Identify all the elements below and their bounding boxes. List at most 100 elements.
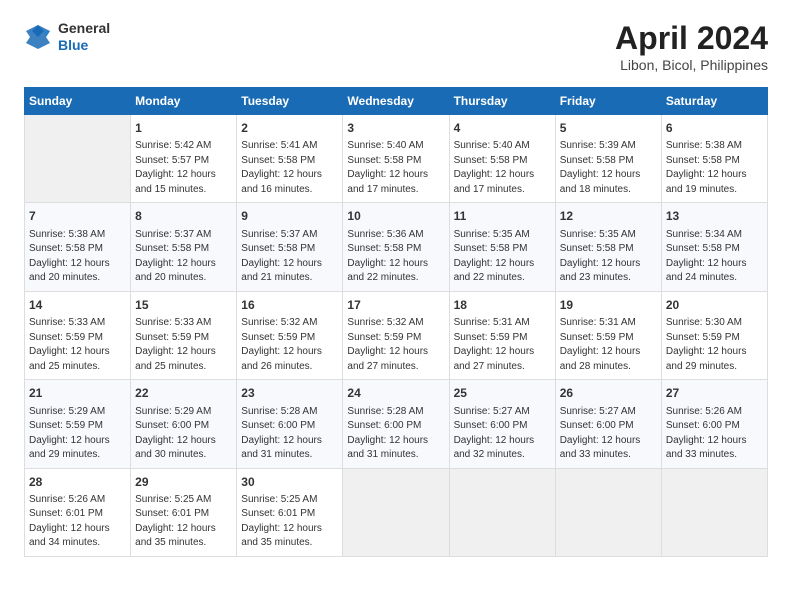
day-number: 17 bbox=[347, 297, 444, 314]
day-number: 27 bbox=[666, 385, 763, 402]
cell-line: Sunset: 5:58 PM bbox=[560, 242, 657, 257]
calendar-cell: 24Sunrise: 5:28 AMSunset: 6:00 PMDayligh… bbox=[343, 380, 449, 468]
calendar-header-row: Sunday Monday Tuesday Wednesday Thursday… bbox=[25, 88, 768, 115]
cell-line: Sunset: 5:59 PM bbox=[347, 331, 444, 346]
calendar-cell: 21 Sunrise: 5:29 AMSunset: 5:59 PMDayligh… bbox=[25, 380, 131, 468]
cell-line: and 29 minutes. bbox=[29, 448, 126, 463]
cell-line: Daylight: 12 hours bbox=[241, 522, 338, 537]
cell-line: and 20 minutes. bbox=[29, 271, 126, 286]
col-tuesday: Tuesday bbox=[237, 88, 343, 115]
calendar-table: Sunday Monday Tuesday Wednesday Thursday… bbox=[24, 87, 768, 557]
calendar-cell bbox=[343, 468, 449, 556]
cell-line: Sunset: 5:59 PM bbox=[560, 331, 657, 346]
day-number: 7 bbox=[29, 208, 126, 225]
calendar-cell: 28Sunrise: 5:26 AMSunset: 6:01 PMDayligh… bbox=[25, 468, 131, 556]
calendar-week-row: 28Sunrise: 5:26 AMSunset: 6:01 PMDayligh… bbox=[25, 468, 768, 556]
calendar-cell bbox=[25, 115, 131, 203]
calendar-cell: 8Sunrise: 5:37 AMSunset: 5:58 PMDaylight… bbox=[131, 203, 237, 291]
cell-line: Sunrise: 5:37 AM bbox=[241, 228, 338, 243]
cell-line: Sunrise: 5:29 AM bbox=[29, 405, 126, 420]
calendar-cell: 30Sunrise: 5:25 AMSunset: 6:01 PMDayligh… bbox=[237, 468, 343, 556]
cell-line: Sunrise: 5:27 AM bbox=[454, 405, 551, 420]
cell-line: Sunset: 5:58 PM bbox=[560, 154, 657, 169]
cell-line: Daylight: 12 hours bbox=[666, 168, 763, 183]
cell-line: Sunset: 5:59 PM bbox=[29, 419, 126, 434]
cell-line: Sunrise: 5:33 AM bbox=[135, 316, 232, 331]
day-number: 1 bbox=[135, 120, 232, 137]
cell-line: and 31 minutes. bbox=[241, 448, 338, 463]
cell-line: Sunset: 5:58 PM bbox=[29, 242, 126, 257]
title-block: April 2024 Libon, Bicol, Philippines bbox=[615, 20, 768, 73]
day-number: 14 bbox=[29, 297, 126, 314]
calendar-cell: 14Sunrise: 5:33 AMSunset: 5:59 PMDayligh… bbox=[25, 291, 131, 379]
calendar-cell: 20Sunrise: 5:30 AMSunset: 5:59 PMDayligh… bbox=[661, 291, 767, 379]
cell-line: Sunrise: 5:39 AM bbox=[560, 139, 657, 154]
calendar-cell: 3Sunrise: 5:40 AMSunset: 5:58 PMDaylight… bbox=[343, 115, 449, 203]
cell-line: Daylight: 12 hours bbox=[241, 168, 338, 183]
calendar-week-row: 14Sunrise: 5:33 AMSunset: 5:59 PMDayligh… bbox=[25, 291, 768, 379]
cell-line: and 35 minutes. bbox=[241, 536, 338, 551]
cell-line: Daylight: 12 hours bbox=[347, 345, 444, 360]
day-number: 3 bbox=[347, 120, 444, 137]
cell-line: Sunset: 6:00 PM bbox=[241, 419, 338, 434]
cell-line: Daylight: 12 hours bbox=[29, 257, 126, 272]
calendar-cell: 26Sunrise: 5:27 AMSunset: 6:00 PMDayligh… bbox=[555, 380, 661, 468]
day-number: 16 bbox=[241, 297, 338, 314]
cell-line: and 18 minutes. bbox=[560, 183, 657, 198]
calendar-cell: 12Sunrise: 5:35 AMSunset: 5:58 PMDayligh… bbox=[555, 203, 661, 291]
calendar-cell: 23Sunrise: 5:28 AMSunset: 6:00 PMDayligh… bbox=[237, 380, 343, 468]
cell-line: Daylight: 12 hours bbox=[666, 345, 763, 360]
day-number: 5 bbox=[560, 120, 657, 137]
cell-line: Sunrise: 5:42 AM bbox=[135, 139, 232, 154]
day-number: 13 bbox=[666, 208, 763, 225]
calendar-cell: 27Sunrise: 5:26 AMSunset: 6:00 PMDayligh… bbox=[661, 380, 767, 468]
day-number: 8 bbox=[135, 208, 232, 225]
cell-line: Sunrise: 5:25 AM bbox=[135, 493, 232, 508]
cell-line: and 28 minutes. bbox=[560, 360, 657, 375]
cell-line: Sunrise: 5:32 AM bbox=[241, 316, 338, 331]
day-number: 21 bbox=[29, 385, 126, 402]
cell-line: and 27 minutes. bbox=[347, 360, 444, 375]
cell-line: Sunrise: 5:30 AM bbox=[666, 316, 763, 331]
cell-line: Sunrise: 5:40 AM bbox=[347, 139, 444, 154]
cell-line: Daylight: 12 hours bbox=[454, 345, 551, 360]
day-number: 4 bbox=[454, 120, 551, 137]
cell-line: Daylight: 12 hours bbox=[347, 257, 444, 272]
calendar-week-row: 21Sunrise: 5:29 AMSunset: 5:59 PMDayligh… bbox=[25, 380, 768, 468]
cell-line: Sunrise: 5:25 AM bbox=[241, 493, 338, 508]
cell-line: Sunset: 5:59 PM bbox=[135, 331, 232, 346]
cell-line: Sunset: 5:58 PM bbox=[241, 154, 338, 169]
cell-line: Daylight: 12 hours bbox=[454, 168, 551, 183]
day-number: 28 bbox=[29, 474, 126, 491]
cell-line: Daylight: 12 hours bbox=[560, 168, 657, 183]
cell-line: Daylight: 12 hours bbox=[29, 434, 126, 449]
calendar-week-row: 1 Sunrise: 5:42 AMSunset: 5:57 PM Daylight… bbox=[25, 115, 768, 203]
calendar-cell: 9Sunrise: 5:37 AMSunset: 5:58 PMDaylight… bbox=[237, 203, 343, 291]
cell-line: Sunrise: 5:29 AM bbox=[135, 405, 232, 420]
calendar-week-row: 7Sunrise: 5:38 AMSunset: 5:58 PMDaylight… bbox=[25, 203, 768, 291]
day-number: 6 bbox=[666, 120, 763, 137]
cell-line: Daylight: 12 hours bbox=[666, 257, 763, 272]
calendar-cell: 18Sunrise: 5:31 AMSunset: 5:59 PMDayligh… bbox=[449, 291, 555, 379]
cell-line: Sunset: 6:00 PM bbox=[666, 419, 763, 434]
col-thursday: Thursday bbox=[449, 88, 555, 115]
cell-line: Sunrise: 5:26 AM bbox=[666, 405, 763, 420]
day-number: 30 bbox=[241, 474, 338, 491]
cell-line: Sunset: 5:58 PM bbox=[347, 154, 444, 169]
cell-line: and 25 minutes. bbox=[135, 360, 232, 375]
cell-line: Daylight: 12 hours bbox=[135, 522, 232, 537]
cell-line: Sunset: 5:59 PM bbox=[29, 331, 126, 346]
cell-line: and 17 minutes. bbox=[347, 183, 444, 198]
cell-line: Sunset: 5:57 PM bbox=[135, 154, 232, 169]
cell-line: and 23 minutes. bbox=[560, 271, 657, 286]
logo-wrapper: General Blue bbox=[24, 20, 110, 54]
day-number: 22 bbox=[135, 385, 232, 402]
calendar-cell bbox=[449, 468, 555, 556]
cell-line: Sunset: 6:01 PM bbox=[135, 507, 232, 522]
cell-line: Sunrise: 5:32 AM bbox=[347, 316, 444, 331]
day-number: 26 bbox=[560, 385, 657, 402]
calendar-cell bbox=[661, 468, 767, 556]
calendar-cell: 2Sunrise: 5:41 AMSunset: 5:58 PMDaylight… bbox=[237, 115, 343, 203]
cell-line: Daylight: 12 hours bbox=[135, 434, 232, 449]
day-number: 29 bbox=[135, 474, 232, 491]
